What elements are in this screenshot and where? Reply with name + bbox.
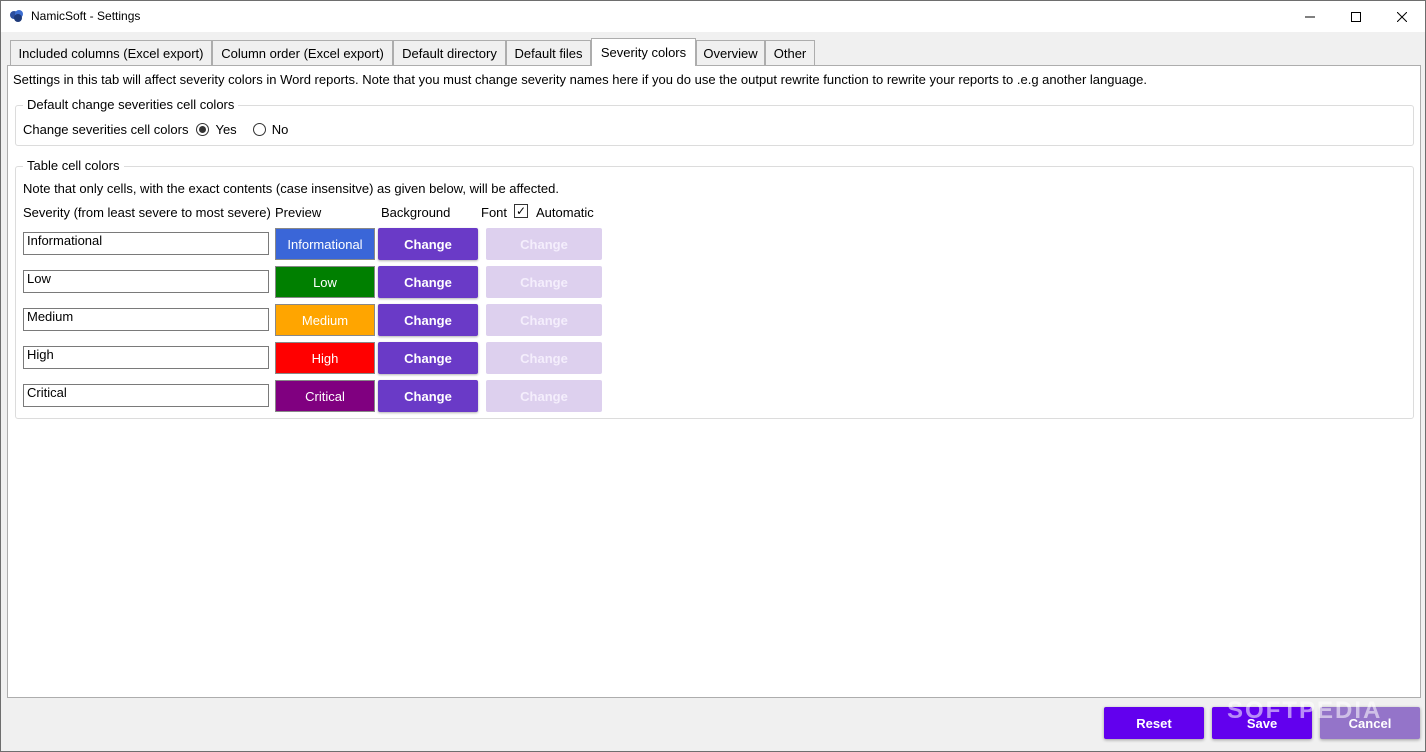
cancel-button[interactable]: Cancel <box>1320 707 1420 739</box>
default-colors-legend: Default change severities cell colors <box>23 97 239 112</box>
radio-no-label[interactable]: No <box>272 122 289 137</box>
severity-name-input[interactable]: High <box>23 346 269 369</box>
severity-row-informational: Informational Informational Change Chang… <box>23 228 623 260</box>
severity-row-high: High High Change Change <box>23 342 623 374</box>
change-background-button[interactable]: Change <box>378 342 478 374</box>
severity-name-input[interactable]: Critical <box>23 384 269 407</box>
change-font-button[interactable]: Change <box>486 342 602 374</box>
change-background-button[interactable]: Change <box>378 304 478 336</box>
intro-text: Settings in this tab will affect severit… <box>13 72 1147 87</box>
severity-colors-panel: Settings in this tab will affect severit… <box>7 65 1421 698</box>
severity-name-input[interactable]: Medium <box>23 308 269 331</box>
severity-row-medium: Medium Medium Change Change <box>23 304 623 336</box>
change-font-button[interactable]: Change <box>486 304 602 336</box>
minimize-button[interactable] <box>1287 1 1333 32</box>
table-colors-group: Table cell colors Note that only cells, … <box>15 158 1414 419</box>
radio-no[interactable] <box>252 123 266 136</box>
change-font-button[interactable]: Change <box>486 266 602 298</box>
change-background-button[interactable]: Change <box>378 266 478 298</box>
change-background-button[interactable]: Change <box>378 380 478 412</box>
close-button[interactable] <box>1379 1 1425 32</box>
automatic-checkbox[interactable]: ✓ <box>514 204 528 218</box>
tab-included-columns[interactable]: Included columns (Excel export) <box>10 40 212 65</box>
severity-row-critical: Critical Critical Change Change <box>23 380 623 412</box>
default-colors-group: Default change severities cell colors Ch… <box>15 97 1414 146</box>
maximize-icon <box>1351 11 1361 22</box>
tab-strip: Included columns (Excel export) Column o… <box>8 38 1420 66</box>
severity-name-input[interactable]: Informational <box>23 232 269 255</box>
tab-default-files[interactable]: Default files <box>506 40 591 65</box>
table-note: Note that only cells, with the exact con… <box>23 181 559 196</box>
window-title: NamicSoft - Settings <box>31 9 141 23</box>
severity-preview: High <box>275 342 375 374</box>
header-automatic[interactable]: Automatic <box>536 205 594 220</box>
reset-button[interactable]: Reset <box>1104 707 1204 739</box>
tab-severity-colors[interactable]: Severity colors <box>591 38 696 66</box>
severity-preview: Low <box>275 266 375 298</box>
header-preview: Preview <box>275 205 322 220</box>
change-colors-label: Change severities cell colors <box>23 122 189 137</box>
severity-preview: Informational <box>275 228 375 260</box>
change-colors-radio-row: Change severities cell colors Yes No <box>23 122 288 137</box>
maximize-button[interactable] <box>1333 1 1379 32</box>
change-font-button[interactable]: Change <box>486 380 602 412</box>
tab-other[interactable]: Other <box>765 40 815 65</box>
table-colors-legend: Table cell colors <box>23 158 124 173</box>
tab-overview[interactable]: Overview <box>696 40 765 65</box>
header-severity: Severity (from least severe to most seve… <box>23 205 271 220</box>
title-bar: NamicSoft - Settings <box>1 1 1425 32</box>
severity-preview: Medium <box>275 304 375 336</box>
header-background: Background <box>381 205 451 220</box>
radio-yes-label[interactable]: Yes <box>215 122 236 137</box>
header-font: Font <box>481 205 508 220</box>
radio-selected-dot <box>199 126 207 133</box>
settings-window: NamicSoft - Settings Included columns (E… <box>0 0 1426 752</box>
checkmark-icon: ✓ <box>515 204 527 218</box>
tab-default-directory[interactable]: Default directory <box>393 40 506 65</box>
severity-preview: Critical <box>275 380 375 412</box>
change-background-button[interactable]: Change <box>378 228 478 260</box>
tab-column-order[interactable]: Column order (Excel export) <box>212 40 393 65</box>
severity-row-low: Low Low Change Change <box>23 266 623 298</box>
namicsoft-logo-icon <box>10 10 23 22</box>
save-button[interactable]: Save <box>1212 707 1312 739</box>
minimize-icon <box>1305 16 1315 17</box>
close-icon <box>1397 11 1407 22</box>
radio-yes[interactable] <box>196 123 210 136</box>
severity-name-input[interactable]: Low <box>23 270 269 293</box>
change-font-button[interactable]: Change <box>486 228 602 260</box>
